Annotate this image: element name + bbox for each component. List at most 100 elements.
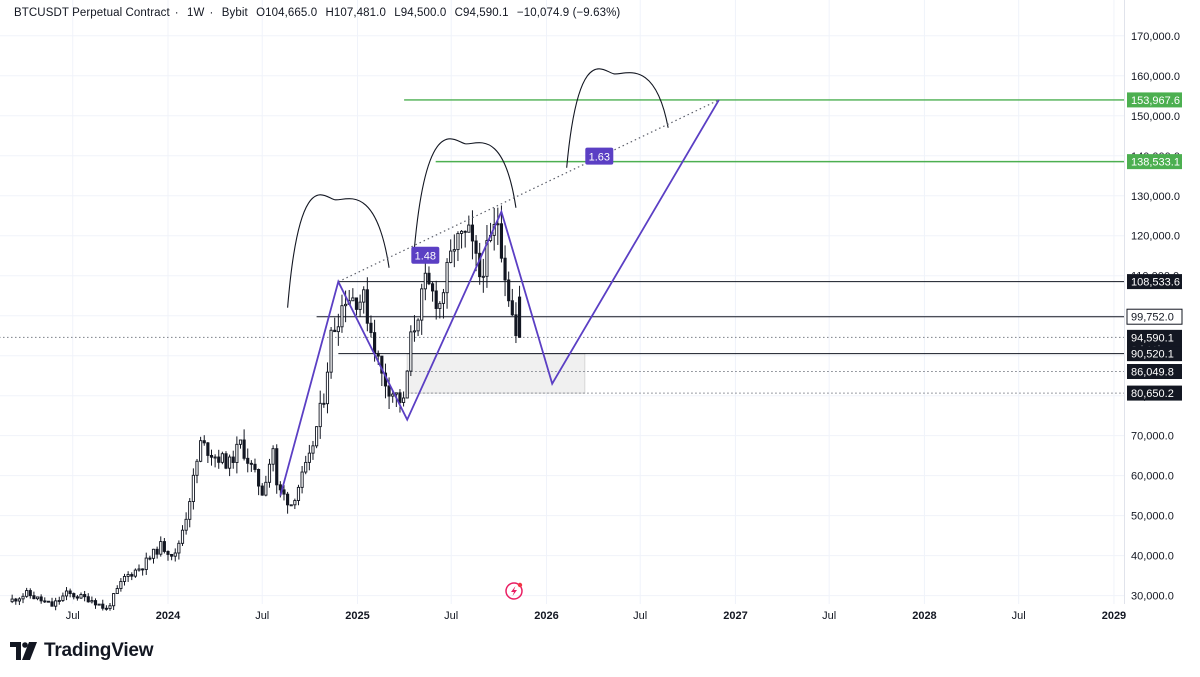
candle-body (402, 397, 406, 403)
candle-body (21, 595, 25, 600)
candle-body (300, 471, 304, 488)
candle-body (209, 454, 214, 458)
candle-body (387, 385, 391, 397)
candle-body (43, 600, 47, 603)
x-tick-label: Jul (633, 610, 647, 622)
symbol-header: BTCUSDT Perpetual Contract · 1W · Bybit O1… (14, 7, 621, 19)
candle-body (289, 504, 293, 507)
x-tick-label: 2027 (723, 610, 747, 622)
candle-body (101, 603, 105, 609)
y-tick-label: 120,000.0 (1131, 231, 1180, 243)
candle-body (329, 329, 333, 373)
y-tick-label: 150,000.0 (1131, 111, 1180, 123)
candle-body (199, 440, 203, 462)
candle-body (224, 453, 228, 469)
candle-body (286, 493, 290, 506)
candle-body (25, 590, 29, 597)
candle-body (64, 590, 69, 597)
candle-body (90, 600, 94, 603)
ohlc-close: C94,590.1 (454, 7, 509, 19)
candle-body (441, 292, 446, 304)
x-tick-label: Jul (255, 610, 269, 622)
candle-body (452, 249, 456, 252)
candle-body (296, 486, 301, 501)
fib-label: 1.48 (415, 251, 436, 263)
candle-body (481, 275, 485, 278)
candle-body (271, 448, 275, 465)
candle-body (195, 460, 199, 476)
candle-body (322, 402, 326, 405)
candle-body (32, 595, 36, 600)
price-tag: 90,520.1 (1131, 349, 1174, 361)
interval[interactable]: 1W (187, 7, 204, 19)
candle-body (177, 542, 181, 554)
candle-body (351, 297, 355, 302)
candle-body (282, 489, 286, 495)
candle-body (180, 529, 185, 544)
candle-body (304, 461, 308, 473)
candle-body (112, 593, 116, 607)
x-tick-label: 2024 (156, 610, 181, 622)
price-tag: 153,967.6 (1131, 95, 1180, 107)
candle-body (517, 296, 522, 338)
candle-body (449, 250, 453, 263)
candle-body (184, 518, 188, 531)
candle-body (17, 598, 21, 602)
ohlc-open: O104,665.0 (256, 7, 318, 19)
ohlc-low: L94,500.0 (394, 7, 447, 19)
candle-body (260, 485, 264, 496)
candle-body (267, 463, 272, 483)
candle-body (470, 224, 475, 242)
candle-body (438, 302, 442, 309)
x-tick-label: 2026 (534, 610, 558, 622)
candle-body (50, 601, 54, 607)
candle-body (57, 600, 61, 602)
candle-body (420, 288, 424, 321)
candle-body (235, 443, 239, 463)
y-tick-label: 130,000.0 (1131, 191, 1180, 203)
candle-body (278, 484, 282, 491)
candle-body (358, 301, 362, 310)
candle-body (35, 596, 40, 600)
candle-body (148, 557, 152, 560)
price-tag: 138,533.1 (1131, 157, 1180, 169)
candle-body (311, 445, 315, 454)
candle-body (75, 596, 79, 599)
chart-background (0, 0, 1200, 627)
candle-body (231, 456, 235, 463)
price-tag: 80,650.2 (1131, 388, 1174, 400)
symbol-name[interactable]: BTCUSDT Perpetual Contract (14, 7, 170, 19)
candle-body (398, 392, 402, 403)
candle-body (119, 580, 123, 589)
candle-body (503, 257, 507, 281)
candle-body (213, 456, 217, 459)
candle-body (246, 457, 250, 464)
candle-body (61, 595, 65, 601)
candle-body (333, 329, 337, 333)
candle-body (173, 552, 177, 557)
candle-body (365, 289, 369, 324)
candle-body (83, 594, 87, 598)
candle-body (315, 426, 319, 447)
y-tick-label: 30,000.0 (1131, 591, 1174, 603)
candle-body (474, 240, 478, 254)
candle-body (405, 370, 409, 399)
candle-body (86, 596, 90, 603)
candle-body (427, 272, 431, 285)
candle-body (445, 261, 449, 294)
candle-body (130, 574, 134, 577)
fib-label: 1.63 (589, 152, 610, 164)
y-tick-label: 160,000.0 (1131, 71, 1180, 83)
candle-body (354, 297, 359, 310)
candle-body (155, 548, 159, 555)
candle-body (159, 541, 163, 555)
y-tick-label: 60,000.0 (1131, 471, 1174, 483)
candle-body (459, 230, 464, 234)
price-tag: 86,049.8 (1131, 367, 1174, 379)
candle-body (307, 452, 311, 463)
tradingview-logo[interactable]: TradingView (10, 640, 154, 662)
candle-body (115, 588, 119, 595)
candle-body (499, 223, 504, 259)
price-tag: 94,590.1 (1131, 332, 1174, 344)
price-chart[interactable]: 1.48 1.63 30,000.0 40,000.0 50,000.0 60,000.… (0, 0, 1200, 627)
